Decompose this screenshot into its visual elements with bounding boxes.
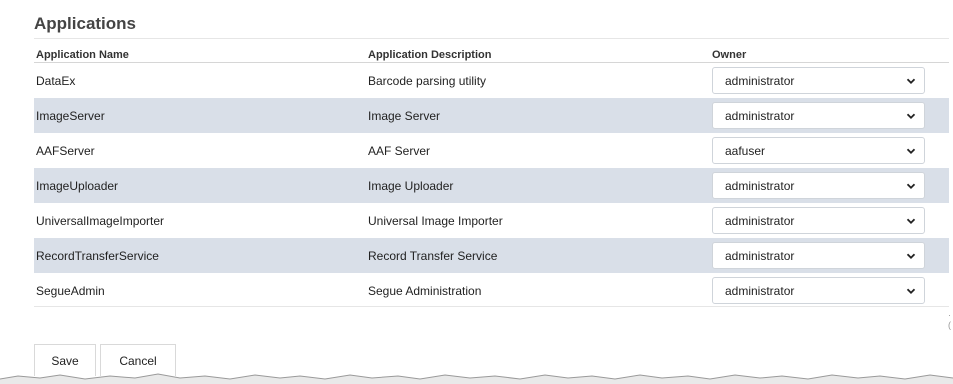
table-row: AAFServer AAF Server aafuser bbox=[34, 133, 949, 168]
owner-select[interactable]: administrator bbox=[712, 102, 925, 129]
column-header-application-name: Application Name bbox=[36, 49, 129, 61]
column-header-owner: Owner bbox=[712, 49, 747, 61]
owner-select-value: administrator bbox=[725, 213, 795, 228]
chevron-down-icon bbox=[906, 253, 916, 259]
chevron-down-icon bbox=[906, 218, 916, 224]
table-row: DataEx Barcode parsing utility administr… bbox=[34, 63, 949, 98]
owner-select-value: administrator bbox=[725, 283, 795, 298]
owner-select-value: aafuser bbox=[725, 143, 766, 158]
table-header: Application Name Application Description… bbox=[34, 48, 949, 63]
chevron-down-icon bbox=[906, 113, 916, 119]
application-description-cell: Image Server bbox=[368, 108, 441, 123]
application-description-cell: Barcode parsing utility bbox=[368, 73, 487, 88]
application-name-cell: ImageUploader bbox=[36, 178, 119, 193]
application-description-cell: Record Transfer Service bbox=[368, 248, 498, 263]
table-row: RecordTransferService Record Transfer Se… bbox=[34, 238, 949, 273]
table-row: SegueAdmin Segue Administration administ… bbox=[34, 273, 949, 308]
owner-select[interactable]: aafuser bbox=[712, 137, 925, 164]
owner-select-value: administrator bbox=[725, 73, 795, 88]
owner-select-value: administrator bbox=[725, 108, 795, 123]
table-bottom-divider bbox=[34, 306, 949, 307]
application-name-cell: DataEx bbox=[36, 73, 76, 88]
table-row: ImageServer Image Server administrator bbox=[34, 98, 949, 133]
chevron-down-icon bbox=[906, 183, 916, 189]
torn-edge bbox=[0, 373, 953, 384]
chevron-down-icon bbox=[906, 148, 916, 154]
page-title: Applications bbox=[34, 14, 137, 33]
owner-select[interactable]: administrator bbox=[712, 242, 925, 269]
title-divider bbox=[34, 38, 949, 39]
chevron-down-icon bbox=[906, 78, 916, 84]
application-name-cell: UniversalImageImporter bbox=[36, 213, 165, 228]
column-header-application-description: Application Description bbox=[368, 49, 492, 61]
application-description-cell: Universal Image Importer bbox=[368, 213, 503, 228]
table-row: UniversalImageImporter Universal Image I… bbox=[34, 203, 949, 238]
owner-select[interactable]: administrator bbox=[712, 277, 925, 304]
table-row: ImageUploader Image Uploader administrat… bbox=[34, 168, 949, 203]
edge-artifact: · bbox=[948, 310, 951, 320]
owner-select-value: administrator bbox=[725, 178, 795, 193]
owner-select-value: administrator bbox=[725, 248, 795, 263]
owner-select[interactable]: administrator bbox=[712, 172, 925, 199]
edge-artifact: ( bbox=[948, 320, 951, 330]
applications-table: Application Name Application Description… bbox=[34, 48, 949, 308]
chevron-down-icon bbox=[906, 288, 916, 294]
application-name-cell: AAFServer bbox=[36, 143, 95, 158]
owner-select[interactable]: administrator bbox=[712, 67, 925, 94]
application-description-cell: AAF Server bbox=[368, 143, 431, 158]
application-name-cell: ImageServer bbox=[36, 108, 105, 123]
owner-select[interactable]: administrator bbox=[712, 207, 925, 234]
application-name-cell: SegueAdmin bbox=[36, 283, 105, 298]
application-description-cell: Segue Administration bbox=[368, 283, 482, 298]
application-name-cell: RecordTransferService bbox=[36, 248, 159, 263]
application-description-cell: Image Uploader bbox=[368, 178, 454, 193]
